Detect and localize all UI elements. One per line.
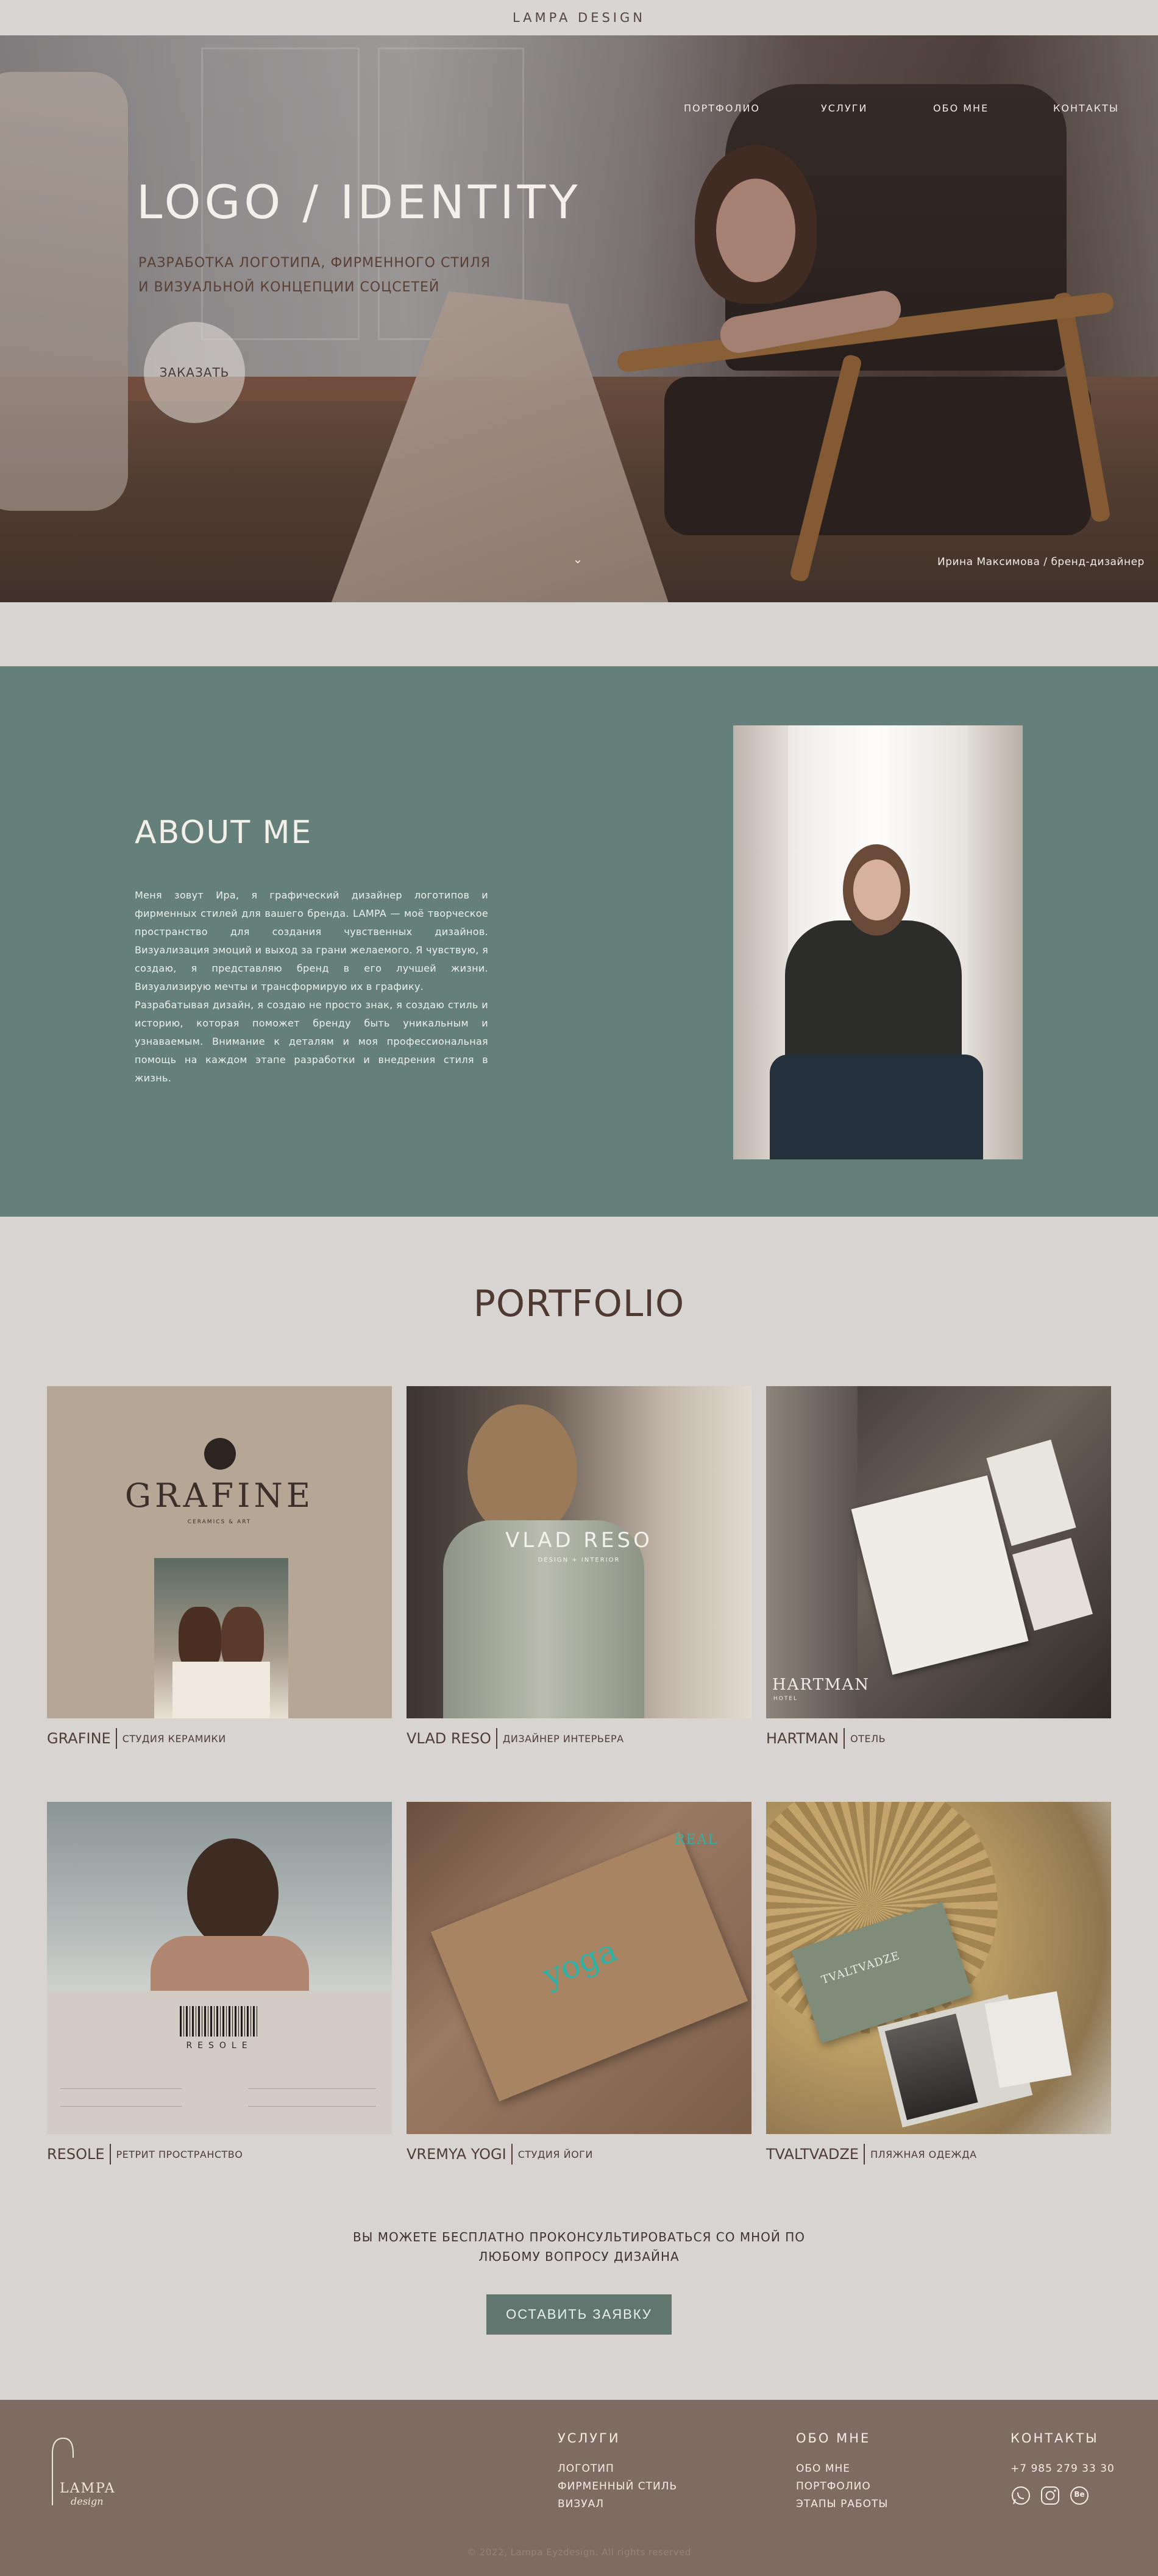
footer-link-stages[interactable]: ЭТАПЫ РАБОТЫ <box>796 2498 888 2510</box>
portfolio-image[interactable]: RESOLE <box>47 1802 392 2134</box>
portfolio-image[interactable]: yoga REAL <box>407 1802 751 2134</box>
nav-contacts[interactable]: КОНТАКТЫ <box>1053 102 1119 114</box>
card-divider <box>511 2144 513 2165</box>
cta-text: ВЫ МОЖЕТЕ БЕСПЛАТНО ПРОКОНСУЛЬТИРОВАТЬСЯ… <box>0 2227 1158 2266</box>
cta-line: ЛЮБОМУ ВОПРОСУ ДИЗАЙНА <box>478 2249 680 2264</box>
instagram-icon[interactable] <box>1040 2485 1060 2506</box>
resole-text-block <box>248 2088 376 2107</box>
hero-subtitle-line: РАЗРАБОТКА ЛОГОТИПА, ФИРМЕННОГО СТИЛЯ <box>138 255 491 271</box>
card-name: TVALTVADZE <box>766 2146 859 2163</box>
footer-link-visual[interactable]: ВИЗУАЛ <box>558 2498 604 2510</box>
about-paragraph: Разрабатывая дизайн, я создаю не просто … <box>135 999 488 1084</box>
about-title: ABOUT ME <box>135 814 313 851</box>
chevron-down-icon[interactable]: ⌄ <box>571 552 584 566</box>
cta-line: ВЫ МОЖЕТЕ БЕСПЛАТНО ПРОКОНСУЛЬТИРОВАТЬСЯ… <box>352 2230 806 2244</box>
portfolio-image[interactable]: GRAFINE CERAMICS & ART <box>47 1386 392 1718</box>
card-name: VREMYA YOGI <box>407 2146 506 2163</box>
hartman-wordmark: HARTMAN <box>772 1676 870 1694</box>
vlad-tagline: DESIGN + INTERIOR <box>538 1557 620 1564</box>
vlad-hair <box>467 1404 577 1539</box>
behance-icon[interactable]: Be <box>1069 2485 1090 2506</box>
card-desc: СТУДИЯ ЙОГИ <box>517 2148 593 2160</box>
portfolio-title: PORTFOLIO <box>473 1283 685 1325</box>
resole-photo <box>47 1802 392 1991</box>
hartman-card-small <box>1012 1537 1093 1631</box>
portfolio-card-label: VLAD RESO ДИЗАЙНЕР ИНТЕРЬЕРА <box>407 1728 751 1749</box>
portfolio-image[interactable]: TVALTVADZE <box>766 1802 1111 2134</box>
card-divider <box>864 2144 865 2165</box>
card-divider <box>496 1728 497 1749</box>
photo-jeans <box>770 1055 983 1159</box>
footer-about-title: ОБО МНЕ <box>796 2431 871 2446</box>
resole-wordmark: RESOLE <box>186 2041 253 2051</box>
grafine-tagline: CERAMICS & ART <box>187 1519 252 1525</box>
portfolio-card-label: RESOLE РЕТРИТ ПРОСТРАНСТВО <box>47 2144 392 2165</box>
hero-overlay <box>0 35 1158 602</box>
hero-subtitle-line: И ВИЗУАЛЬНОЙ КОНЦЕПЦИИ СОЦСЕТЕЙ <box>138 280 440 295</box>
hero-title: LOGO / IDENTITY <box>137 175 581 229</box>
nav-about[interactable]: ОБО МНЕ <box>933 102 989 114</box>
portfolio-card-hartman[interactable]: HARTMAN HOTEL HARTMAN ОТЕЛЬ <box>766 1386 1111 1749</box>
tvaltvadze-card-small <box>984 1991 1072 2088</box>
photo-face <box>853 859 901 920</box>
copyright: © 2022, Lampa Eyzdesign. All rights rese… <box>467 2547 691 2558</box>
card-desc: ОТЕЛЬ <box>850 1732 886 1745</box>
card-name: VLAD RESO <box>407 1730 491 1747</box>
portfolio-card-grafine[interactable]: GRAFINE CERAMICS & ART GRAFINE СТУДИЯ КЕР… <box>47 1386 392 1749</box>
card-divider <box>115 1728 117 1749</box>
card-desc: ПЛЯЖНАЯ ОДЕЖДА <box>870 2148 977 2160</box>
hero-caption: Ирина Максимова / бренд-дизайнер <box>937 556 1145 568</box>
nav-services[interactable]: УСЛУГИ <box>821 102 867 114</box>
footer-link-identity[interactable]: ФИРМЕННЫЙ СТИЛЬ <box>558 2480 677 2492</box>
portfolio-card-label: TVALTVADZE ПЛЯЖНАЯ ОДЕЖДА <box>766 2144 1111 2165</box>
portfolio-card-label: VREMYA YOGI СТУДИЯ ЙОГИ <box>407 2144 751 2165</box>
card-divider <box>109 2144 111 2165</box>
portfolio-card-vremya-yogi[interactable]: yoga REAL VREMYA YOGI СТУДИЯ ЙОГИ <box>407 1802 751 2165</box>
footer-logo[interactable]: LAMPA design <box>46 2432 132 2517</box>
nav-portfolio[interactable]: ПОРТФОЛИО <box>684 102 760 114</box>
hero-subtitle: РАЗРАБОТКА ЛОГОТИПА, ФИРМЕННОГО СТИЛЯ И … <box>138 251 516 300</box>
barcode-icon <box>180 2006 259 2037</box>
portfolio-card-label: HARTMAN ОТЕЛЬ <box>766 1728 1111 1749</box>
grafine-photo <box>154 1558 288 1718</box>
card-desc: СТУДИЯ КЕРАМИКИ <box>122 1732 226 1745</box>
portfolio-image[interactable]: VLAD RESO DESIGN + INTERIOR <box>407 1386 751 1718</box>
card-name: RESOLE <box>47 2146 105 2163</box>
resole-text-block <box>60 2088 182 2107</box>
card-name: GRAFINE <box>47 1730 111 1747</box>
card-desc: ДИЗАЙНЕР ИНТЕРЬЕРА <box>502 1732 624 1745</box>
brand-logo[interactable]: LAMPA DESIGN <box>513 10 645 25</box>
about-paragraph: Меня зовут Ира, я графический дизайнер л… <box>135 889 488 992</box>
grafine-wordmark: GRAFINE <box>124 1476 314 1515</box>
footer-phone[interactable]: +7 985 279 33 30 <box>1011 2463 1115 2475</box>
leave-request-button[interactable]: ОСТАВИТЬ ЗАЯВКУ <box>486 2294 672 2335</box>
card-divider <box>844 1728 845 1749</box>
yogi-real-text: REAL <box>675 1832 719 1848</box>
footer-services-title: УСЛУГИ <box>558 2431 620 2446</box>
whatsapp-icon[interactable] <box>1011 2485 1031 2506</box>
card-desc: РЕТРИТ ПРОСТРАНСТВО <box>116 2148 243 2160</box>
footer-link-logo[interactable]: ЛОГОТИП <box>558 2463 614 2475</box>
portfolio-card-vlad-reso[interactable]: VLAD RESO DESIGN + INTERIOR VLAD RESO ДИЗ… <box>407 1386 751 1749</box>
footer-link-portfolio[interactable]: ПОРТФОЛИО <box>796 2480 871 2492</box>
hero-section <box>0 35 1158 602</box>
hartman-tagline: HOTEL <box>773 1696 798 1702</box>
portfolio-card-tvaltvadze[interactable]: TVALTVADZE TVALTVADZE ПЛЯЖНАЯ ОДЕЖДА <box>766 1802 1111 2165</box>
vlad-wordmark: VLAD RESO <box>505 1528 653 1553</box>
about-photo <box>733 725 1023 1159</box>
hartman-blur <box>766 1386 858 1718</box>
footer-logo-text: LAMPA <box>60 2481 116 2496</box>
top-bar: LAMPA DESIGN <box>0 0 1158 35</box>
page: LAMPA DESIGN ПОРТФОЛИО УСЛУГИ ОБО МНЕ КО… <box>0 0 1158 2576</box>
behance-label: Be <box>1074 2490 1085 2499</box>
footer-logo-script: design <box>71 2496 104 2507</box>
footer-contacts-title: КОНТАКТЫ <box>1011 2431 1099 2446</box>
portfolio-card-resole[interactable]: RESOLE RESOLE РЕТРИТ ПРОСТРАНСТВО <box>47 1802 392 2165</box>
grafine-mark-icon <box>204 1438 236 1470</box>
portfolio-card-label: GRAFINE СТУДИЯ КЕРАМИКИ <box>47 1728 392 1749</box>
portfolio-image[interactable]: HARTMAN HOTEL <box>766 1386 1111 1718</box>
order-button[interactable]: ЗАКАЗАТЬ <box>144 322 245 423</box>
footer-link-about[interactable]: ОБО МНЕ <box>796 2463 850 2475</box>
card-name: HARTMAN <box>766 1730 839 1747</box>
